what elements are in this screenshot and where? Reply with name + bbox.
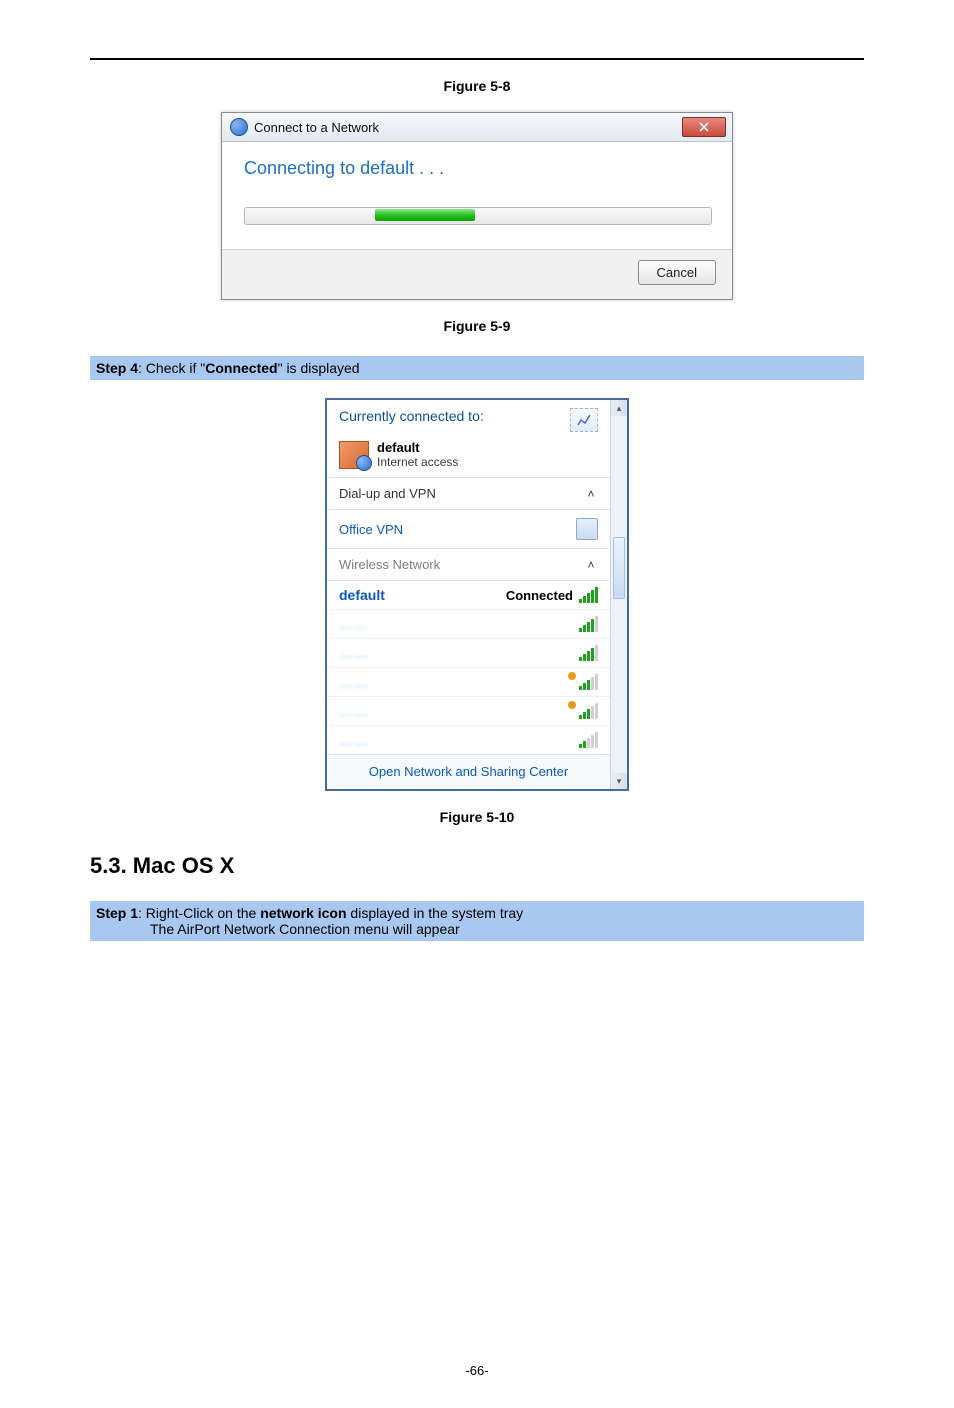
- wifi-right: [568, 674, 598, 690]
- wifi-signal-icon: [579, 616, 598, 632]
- wifi-signal-icon: [568, 703, 598, 719]
- wifi-signal-icon: [579, 587, 598, 603]
- scroll-down-arrow-icon[interactable]: ▾: [611, 773, 627, 789]
- section-5-3-heading: 5.3. Mac OS X: [90, 853, 864, 879]
- connect-dialog: Connect to a Network Connecting to defau…: [221, 112, 733, 300]
- network-connection-icon: [339, 441, 369, 469]
- step4-bold: Connected: [205, 360, 277, 376]
- step1-label: Step 1: [96, 905, 138, 921]
- network-status-icon[interactable]: [570, 408, 598, 432]
- step4-before: : Check if ": [138, 360, 205, 376]
- scroll-track[interactable]: [611, 416, 627, 773]
- step4-banner: Step 4: Check if "Connected" is displaye…: [90, 356, 864, 380]
- wifi-list: default Connected …… …… …… …… ……: [327, 581, 610, 754]
- wifi-signal-icon: [579, 732, 598, 748]
- wifi-name: ……: [339, 645, 369, 661]
- wifi-connected-label: Connected: [506, 588, 573, 603]
- step4-after: " is displayed: [278, 360, 360, 376]
- step1-before: : Right-Click on the: [138, 905, 260, 921]
- wifi-name: ……: [339, 703, 369, 719]
- figure-caption-5-9: Figure 5-9: [90, 318, 864, 334]
- wifi-signal-icon: [579, 645, 598, 661]
- progress-bar: [244, 207, 712, 225]
- horizontal-rule: [90, 58, 864, 60]
- open-network-sharing-link[interactable]: Open Network and Sharing Center: [369, 764, 568, 779]
- wifi-row[interactable]: ……: [327, 639, 610, 668]
- vpn-icon: [576, 518, 598, 540]
- chevron-up-icon[interactable]: ˄: [584, 487, 598, 501]
- wifi-right: [568, 703, 598, 719]
- wifi-row[interactable]: default Connected: [327, 581, 610, 610]
- wifi-right: [579, 645, 598, 661]
- step1-banner: Step 1: Right-Click on the network icon …: [90, 901, 864, 941]
- wifi-right: [579, 616, 598, 632]
- dialog-titlebar: Connect to a Network: [222, 113, 732, 142]
- wifi-name: ……: [339, 674, 369, 690]
- step1-after: displayed in the system tray: [347, 905, 524, 921]
- progress-chunk: [375, 209, 475, 221]
- wifi-name: default: [339, 587, 385, 603]
- connected-network-name: default: [377, 440, 458, 455]
- connected-network-sub: Internet access: [377, 455, 458, 469]
- wifi-right: Connected: [506, 587, 598, 603]
- page-number: -66-: [0, 1363, 954, 1378]
- scroll-thumb[interactable]: [613, 537, 625, 599]
- flyout-scrollbar[interactable]: ▴ ▾: [610, 400, 627, 789]
- chevron-up-icon[interactable]: ˄: [584, 558, 598, 572]
- scroll-up-arrow-icon[interactable]: ▴: [611, 400, 627, 416]
- close-button[interactable]: [682, 117, 726, 137]
- figure-caption-5-10: Figure 5-10: [90, 809, 864, 825]
- wifi-row[interactable]: ……: [327, 610, 610, 639]
- wireless-network-header: Wireless Network: [339, 557, 440, 572]
- wifi-name: ……: [339, 616, 369, 632]
- close-icon: [699, 122, 709, 132]
- step1-bold: network icon: [260, 905, 346, 921]
- globe-icon: [230, 118, 248, 136]
- wifi-name: ……: [339, 732, 369, 748]
- wifi-signal-icon: [568, 674, 598, 690]
- wifi-row[interactable]: ……: [327, 697, 610, 726]
- wifi-right: [579, 732, 598, 748]
- step1-line2: The AirPort Network Connection menu will…: [150, 921, 858, 937]
- network-flyout: Currently connected to: default Internet…: [325, 398, 629, 791]
- currently-connected-label: Currently connected to:: [339, 408, 484, 424]
- dialog-title: Connect to a Network: [254, 120, 379, 135]
- office-vpn-item[interactable]: Office VPN: [339, 522, 403, 537]
- wifi-row[interactable]: ……: [327, 668, 610, 697]
- dialup-vpn-header: Dial-up and VPN: [339, 486, 436, 501]
- cancel-button[interactable]: Cancel: [638, 260, 716, 285]
- figure-caption-5-8: Figure 5-8: [90, 78, 864, 94]
- step4-label: Step 4: [96, 360, 138, 376]
- wifi-row[interactable]: ……: [327, 726, 610, 754]
- connecting-text: Connecting to default . . .: [244, 158, 710, 179]
